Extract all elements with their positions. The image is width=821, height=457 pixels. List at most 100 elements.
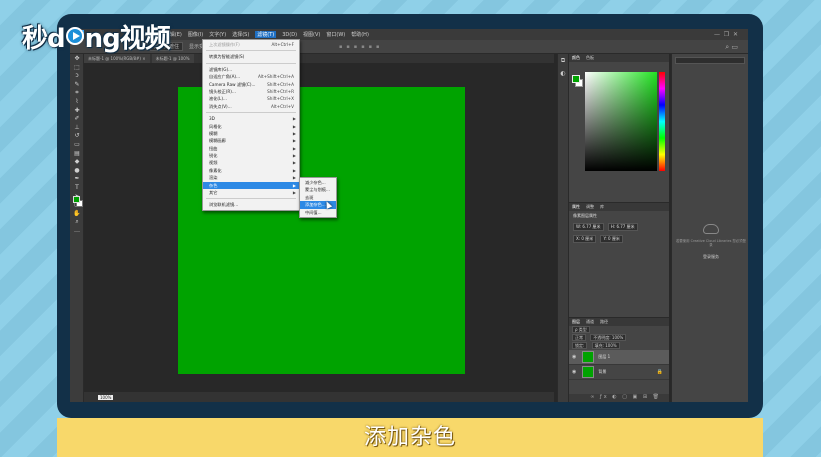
zoom-tool-icon[interactable]: ⌕ — [70, 217, 84, 226]
healing-brush-tool-icon[interactable]: ✚ — [70, 106, 84, 115]
width-field[interactable]: W: 6.77 厘米 — [573, 223, 604, 231]
hue-slider[interactable] — [659, 72, 665, 171]
noise-submenu-item[interactable]: 中间值... — [300, 209, 336, 216]
watermark-prefix: 秒d — [22, 23, 66, 54]
zoom-level[interactable]: 100% — [98, 394, 114, 400]
history-panel-icon[interactable]: ⧉ — [558, 54, 568, 67]
opacity-field[interactable]: 不透明度: 100% — [590, 334, 627, 341]
noise-submenu-item[interactable]: 减少杂色... — [300, 179, 336, 186]
filter-menu-item[interactable]: 滤镜库(G)... — [203, 66, 299, 73]
filter-menu-item[interactable]: 像素化 ▶ — [203, 167, 299, 174]
quick-select-tool-icon[interactable]: ✎ — [70, 80, 84, 89]
eye-icon[interactable]: ◉ — [572, 369, 576, 375]
filter-menu-item[interactable]: 自适应广角(A)... Alt+Shift+Ctrl+A — [203, 73, 299, 80]
filter-menu-item[interactable]: Camera Raw 滤镜(C)... Shift+Ctrl+A — [203, 81, 299, 88]
menu-help[interactable]: 帮助(H) — [351, 31, 369, 38]
align-icons[interactable]: ▪▪▪▪▪▪ — [339, 44, 383, 50]
layer-row-background[interactable]: ◉ 背景 🔒 — [569, 365, 669, 380]
menu-item-label: 浏览联机滤镜... — [209, 202, 239, 208]
fill-field[interactable]: 填充: 100% — [591, 342, 620, 349]
filter-menu-item[interactable]: 模糊画廊 ▶ — [203, 137, 299, 144]
height-field[interactable]: H: 6.77 厘米 — [607, 223, 638, 231]
search-icon[interactable]: ⌕ ▭ — [725, 43, 738, 52]
layer-row-1[interactable]: ◉ 图层 1 — [569, 350, 669, 365]
filter-menu-item[interactable]: 上次滤镜操作(F) Alt+Ctrl+F — [203, 41, 299, 48]
layer-blend-row: 正常 不透明度: 100% — [569, 334, 669, 342]
gradient-tool-icon[interactable]: ▤ — [70, 149, 84, 158]
layer-name: 背景 — [598, 369, 607, 374]
color-field[interactable] — [585, 72, 657, 171]
dodge-tool-icon[interactable]: ● — [70, 166, 84, 175]
tab-channels[interactable]: 通道 — [586, 319, 594, 325]
filter-menu-item[interactable]: 浏览联机滤镜... — [203, 201, 299, 208]
more-tools-icon[interactable]: … — [70, 226, 84, 235]
layers-footer-icons[interactable]: ∞ ƒx ◐ ▢ ▣ ⊞ 🗑 — [569, 394, 669, 402]
pen-tool-icon[interactable]: ✒ — [70, 174, 84, 183]
login-link[interactable]: 登录服务 — [676, 254, 746, 260]
menu-view[interactable]: 视图(V) — [303, 31, 320, 38]
menu-item-shortcut: Shift+Ctrl+A — [267, 81, 294, 87]
tab-libraries[interactable]: 库 — [600, 204, 604, 210]
menu-item-label: 模糊画廊 — [209, 138, 226, 144]
noise-submenu-item[interactable]: 去斑 — [300, 194, 336, 201]
libraries-panel: 若要使用 Creative Cloud Libraries 您必须登录 登录服务 — [671, 54, 748, 402]
layer-thumbnail — [582, 351, 595, 363]
submenu-arrow-icon: ▶ — [292, 145, 296, 151]
options-bar: 选择并遮住 显示变换控件 ▪▪▪▪▪▪ ⌕ ▭ — [70, 40, 748, 54]
tab-adjustments[interactable]: 调整 — [586, 204, 594, 210]
eraser-tool-icon[interactable]: ▭ — [70, 140, 84, 149]
menu-separator — [206, 50, 296, 52]
filter-menu-item[interactable]: 镜头校正(R)... Shift+Ctrl+R — [203, 88, 299, 95]
watermark-suffix: ng视频 — [84, 23, 171, 54]
tab-paths[interactable]: 路径 — [600, 319, 608, 325]
panel-foreground-swatch[interactable] — [572, 75, 580, 83]
filter-menu-item[interactable]: 液化(L)... Shift+Ctrl+X — [203, 95, 299, 102]
layer-name: 图层 1 — [598, 354, 611, 359]
menu-filter[interactable]: 滤镜(T) — [255, 31, 277, 38]
noise-submenu-item[interactable]: 蒙尘与划痕... — [300, 186, 336, 193]
filter-menu-item[interactable]: 风格化 ▶ — [203, 123, 299, 130]
filter-menu-item[interactable]: 杂色 ▶ — [203, 181, 299, 190]
filter-menu-item[interactable]: 转换为智能滤镜(S) — [203, 53, 299, 60]
menu-item-shortcut: Alt+Ctrl+F — [271, 42, 294, 47]
filter-menu-item[interactable]: 扭曲 ▶ — [203, 145, 299, 152]
eyedropper-tool-icon[interactable]: ⌇ — [70, 97, 84, 106]
libraries-search-input[interactable] — [675, 57, 745, 64]
filter-menu-item[interactable]: 视频 ▶ — [203, 159, 299, 166]
tab-layers[interactable]: 图层 — [572, 319, 580, 325]
eye-icon[interactable]: ◉ — [572, 354, 576, 360]
filter-menu-item[interactable]: 消失点(V)... Alt+Ctrl+V — [203, 103, 299, 110]
x-field[interactable]: X: 0 厘米 — [573, 235, 597, 243]
menu-item-label: 锐化 — [209, 153, 218, 159]
filter-menu-item[interactable]: 3D ▶ — [203, 115, 299, 122]
menu-type[interactable]: 文字(Y) — [209, 31, 226, 38]
filter-menu-item[interactable]: 其它 ▶ — [203, 189, 299, 196]
blend-mode-select[interactable]: 正常 — [572, 334, 586, 341]
foreground-color-swatch[interactable] — [73, 196, 80, 203]
blur-tool-icon[interactable]: ◆ — [70, 157, 84, 166]
window-controls[interactable]: — ❐ ✕ — [714, 31, 738, 38]
filter-menu-item[interactable]: 模糊 ▶ — [203, 130, 299, 137]
menu-item-label: 转换为智能滤镜(S) — [209, 54, 245, 60]
type-tool-icon[interactable]: T — [70, 183, 84, 192]
clone-stamp-tool-icon[interactable]: ⊥ — [70, 123, 84, 132]
filter-menu-item[interactable]: 锐化 ▶ — [203, 152, 299, 159]
y-field[interactable]: Y: 0 厘米 — [600, 235, 623, 243]
layer-kind-select[interactable]: ρ 类型 — [572, 326, 590, 333]
menu-select[interactable]: 选择(S) — [232, 31, 249, 38]
layer-lock-row: 锁定: 填充: 100% — [569, 342, 669, 350]
menu-image[interactable]: 图像(I) — [188, 31, 203, 38]
tab-properties[interactable]: 属性 — [572, 204, 580, 210]
brush-tool-icon[interactable]: ✐ — [70, 114, 84, 123]
menu-3d[interactable]: 3D(D) — [282, 32, 297, 38]
history-brush-tool-icon[interactable]: ↺ — [70, 131, 84, 140]
marquee-tool-icon[interactable]: ⬚ — [70, 63, 84, 72]
tab-swatches[interactable]: 色板 — [586, 55, 594, 61]
menu-window[interactable]: 窗口(W) — [326, 31, 345, 38]
hand-tool-icon[interactable]: ✋ — [70, 209, 84, 218]
filter-menu-item[interactable]: 渲染 ▶ — [203, 174, 299, 181]
lasso-tool-icon[interactable]: ↄ — [70, 71, 84, 80]
adjustments-panel-icon[interactable]: ◐ — [558, 67, 568, 80]
crop-tool-icon[interactable]: ⌗ — [70, 88, 84, 97]
tab-color[interactable]: 颜色 — [572, 55, 580, 61]
